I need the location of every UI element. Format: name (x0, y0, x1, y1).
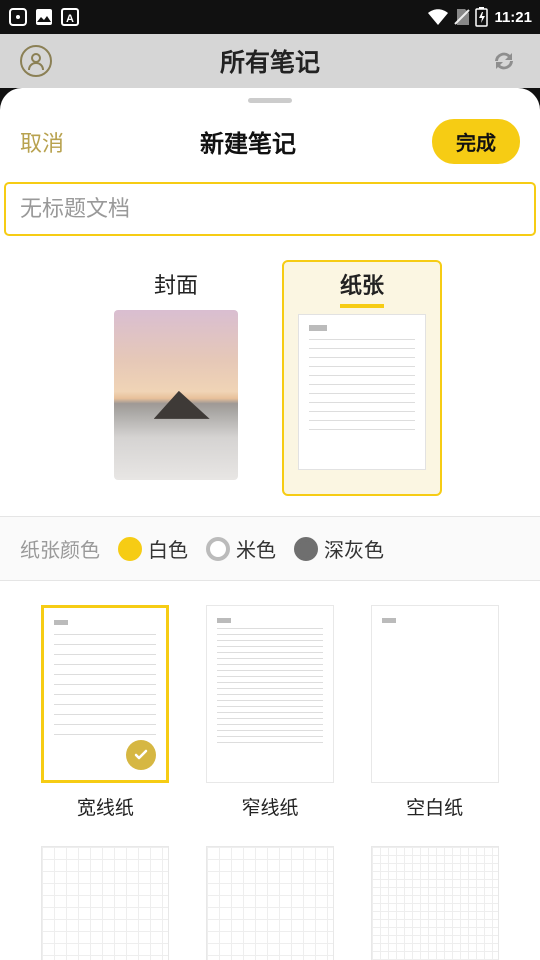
note-title-input[interactable] (4, 182, 536, 236)
check-icon (126, 740, 156, 770)
font-icon: A (60, 7, 80, 27)
tab-cover-label: 封面 (154, 268, 198, 304)
color-option-white[interactable]: 白色 (118, 534, 188, 563)
svg-text:A: A (66, 13, 74, 25)
no-sim-icon (453, 8, 471, 26)
paper-color-label: 纸张颜色 (20, 534, 100, 563)
radio-icon (206, 537, 230, 561)
tab-paper-label: 纸张 (340, 268, 384, 308)
app-title: 所有笔记 (220, 43, 320, 79)
done-button[interactable]: 完成 (432, 119, 520, 164)
wifi-icon (427, 8, 449, 26)
style-narrow-label: 窄线纸 (241, 793, 298, 820)
radio-icon (294, 537, 318, 561)
style-thumb (371, 846, 499, 960)
color-white-label: 白色 (148, 534, 188, 563)
color-option-beige[interactable]: 米色 (206, 534, 276, 563)
style-wide-lined[interactable]: 宽线纸 (34, 605, 177, 820)
style-thumb (41, 846, 169, 960)
status-time: 11:21 (494, 9, 532, 26)
cancel-button[interactable]: 取消 (20, 126, 64, 158)
tab-cover[interactable]: 封面 (98, 260, 254, 496)
image-icon (34, 7, 54, 27)
color-dark-label: 深灰色 (324, 534, 384, 563)
sheet-handle[interactable] (248, 98, 292, 103)
type-tabs: 封面 纸张 (0, 256, 540, 516)
status-bar: A 11:21 (0, 0, 540, 34)
app-header: 所有笔记 (0, 34, 540, 88)
paper-thumbnail (298, 314, 426, 470)
radio-selected-icon (118, 537, 142, 561)
paper-style-grid[interactable]: 宽线纸 窄线纸 空白纸 (0, 581, 540, 960)
tab-paper[interactable]: 纸张 (282, 260, 442, 496)
square-icon (8, 7, 28, 27)
style-wide-label: 宽线纸 (77, 793, 134, 820)
style-thumb (371, 605, 499, 783)
style-grid-medium[interactable] (199, 846, 342, 960)
cover-thumbnail (114, 310, 238, 480)
status-icons-left: A (8, 7, 80, 27)
profile-icon[interactable] (20, 45, 52, 77)
title-input-wrap (0, 182, 540, 256)
style-blank-label: 空白纸 (406, 793, 463, 820)
style-grid-large[interactable] (34, 846, 177, 960)
status-icons-right: 11:21 (427, 7, 532, 27)
style-thumb (206, 605, 334, 783)
new-note-sheet: 取消 新建笔记 完成 封面 纸张 纸张颜色 白色 米色 (0, 88, 540, 960)
paper-color-row: 纸张颜色 白色 米色 深灰色 (0, 516, 540, 581)
sheet-header: 取消 新建笔记 完成 (0, 111, 540, 182)
sheet-title: 新建笔记 (200, 124, 296, 159)
color-option-dark[interactable]: 深灰色 (294, 534, 384, 563)
style-narrow-lined[interactable]: 窄线纸 (199, 605, 342, 820)
color-beige-label: 米色 (236, 534, 276, 563)
style-thumb (206, 846, 334, 960)
style-grid-small[interactable] (363, 846, 506, 960)
sync-icon[interactable] (488, 45, 520, 77)
style-thumb (41, 605, 169, 783)
battery-charging-icon (475, 7, 488, 27)
style-blank[interactable]: 空白纸 (363, 605, 506, 820)
